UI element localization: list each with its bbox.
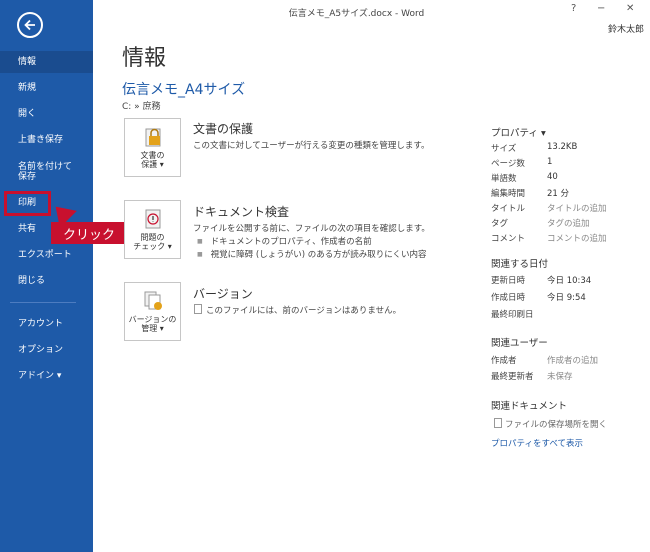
related-people-heading: 関連ユーザー [491,338,548,349]
nav-save[interactable]: 上書き保存 [0,129,93,151]
comments-input[interactable]: コメントの追加 [547,232,607,244]
backstage-sidebar: 情報 新規 開く 上書き保存 名前を付けて保存 印刷 共有 エクスポート 閉じる… [0,0,93,552]
check-issues-button[interactable]: 問題の チェック ▾ [124,200,181,259]
manage-versions-button[interactable]: バージョンの 管理 ▾ [124,282,181,341]
property-label: タイトル [491,204,526,214]
property-value: 40 [547,172,558,182]
back-arrow-icon [24,19,35,31]
nav-open[interactable]: 開く [0,103,93,125]
property-value: 今日 9:54 [547,293,586,303]
version-description: このファイルには、前のバージョンはありません。 [206,306,402,316]
inspect-bullet: ドキュメントのプロパティ、作成者の名前 [197,235,372,247]
nav-close[interactable]: 閉じる [0,270,93,292]
close-button[interactable]: ✕ [626,3,634,14]
nav-addins[interactable]: アドイン ▾ [0,365,93,387]
tags-input[interactable]: タグの追加 [547,217,590,229]
nav-divider [10,302,76,303]
window-title: 伝言メモ_A5サイズ.docx - Word [288,9,425,19]
print-highlight-box [4,191,51,216]
property-label: コメント [491,234,526,244]
back-button[interactable] [17,12,43,38]
show-all-properties-link[interactable]: プロパティをすべて表示 [491,437,583,449]
property-label: 最終更新者 [491,372,534,382]
title-bar: 伝言メモ_A5サイズ.docx - Word ? − ✕ [93,0,650,22]
author-input[interactable]: 作成者の追加 [547,354,598,366]
inspect-description: ファイルを公開する前に、ファイルの次の項目を確認します。 [193,224,430,234]
protect-description: この文書に対してユーザーが行える変更の種類を管理します。 [193,141,430,151]
help-button[interactable]: ? [571,3,576,14]
property-label: 最終印刷日 [491,310,534,320]
property-value: 21 分 [547,189,570,199]
check-issues-label: 問題の チェック ▾ [133,232,172,252]
versions-icon [144,291,162,310]
inspect-bullet: 視覚に障碍 (しょうがい) のある方が読み取りにくい内容 [197,248,427,260]
open-file-location-link[interactable]: ファイルの保存場所を開く [505,418,607,430]
nav-export[interactable]: エクスポート [0,244,93,266]
related-dates-heading: 関連する日付 [491,259,549,270]
protect-document-button[interactable]: 文書の 保護 ▾ [124,118,181,177]
property-value: 13.2KB [547,142,578,152]
property-value: 未保存 [547,372,573,382]
property-label: 作成日時 [491,293,526,303]
nav-save-as[interactable]: 名前を付けて保存 [0,157,78,187]
nav-new[interactable]: 新規 [0,77,93,99]
property-label: ページ数 [491,159,525,169]
protect-title: 文書の保護 [193,122,254,136]
document-icon [494,418,502,428]
property-label: タグ [491,219,509,229]
title-input[interactable]: タイトルの追加 [547,202,607,214]
lock-icon [145,128,160,147]
inspect-document-icon [145,209,160,229]
nav-options[interactable]: オプション [0,339,93,361]
property-label: 編集時間 [491,189,526,199]
document-path[interactable]: C: » 庶務 [122,99,161,112]
manage-versions-label: バージョンの 管理 ▾ [128,314,177,334]
version-title: バージョン [193,287,253,301]
user-name[interactable]: 鈴木太郎 [608,22,644,35]
property-label: 単語数 [491,174,517,184]
document-name: 伝言メモ_A4サイズ [122,82,246,98]
page-title: 情報 [122,46,167,71]
nav-account[interactable]: アカウント [0,313,93,335]
property-label: 更新日時 [491,276,526,286]
property-label: 作成者 [491,356,517,366]
click-callout: クリック [51,222,127,244]
property-value: 今日 10:34 [547,276,592,286]
property-label: サイズ [491,144,517,154]
protect-button-label: 文書の 保護 ▾ [140,150,165,170]
related-documents-heading: 関連ドキュメント [491,401,568,412]
nav-info[interactable]: 情報 [0,51,93,73]
minimize-button[interactable]: − [597,3,605,14]
document-icon [194,304,202,314]
property-value: 1 [547,157,553,167]
inspect-title: ドキュメント検査 [193,205,290,219]
properties-dropdown[interactable]: プロパティ ▾ [491,125,546,139]
